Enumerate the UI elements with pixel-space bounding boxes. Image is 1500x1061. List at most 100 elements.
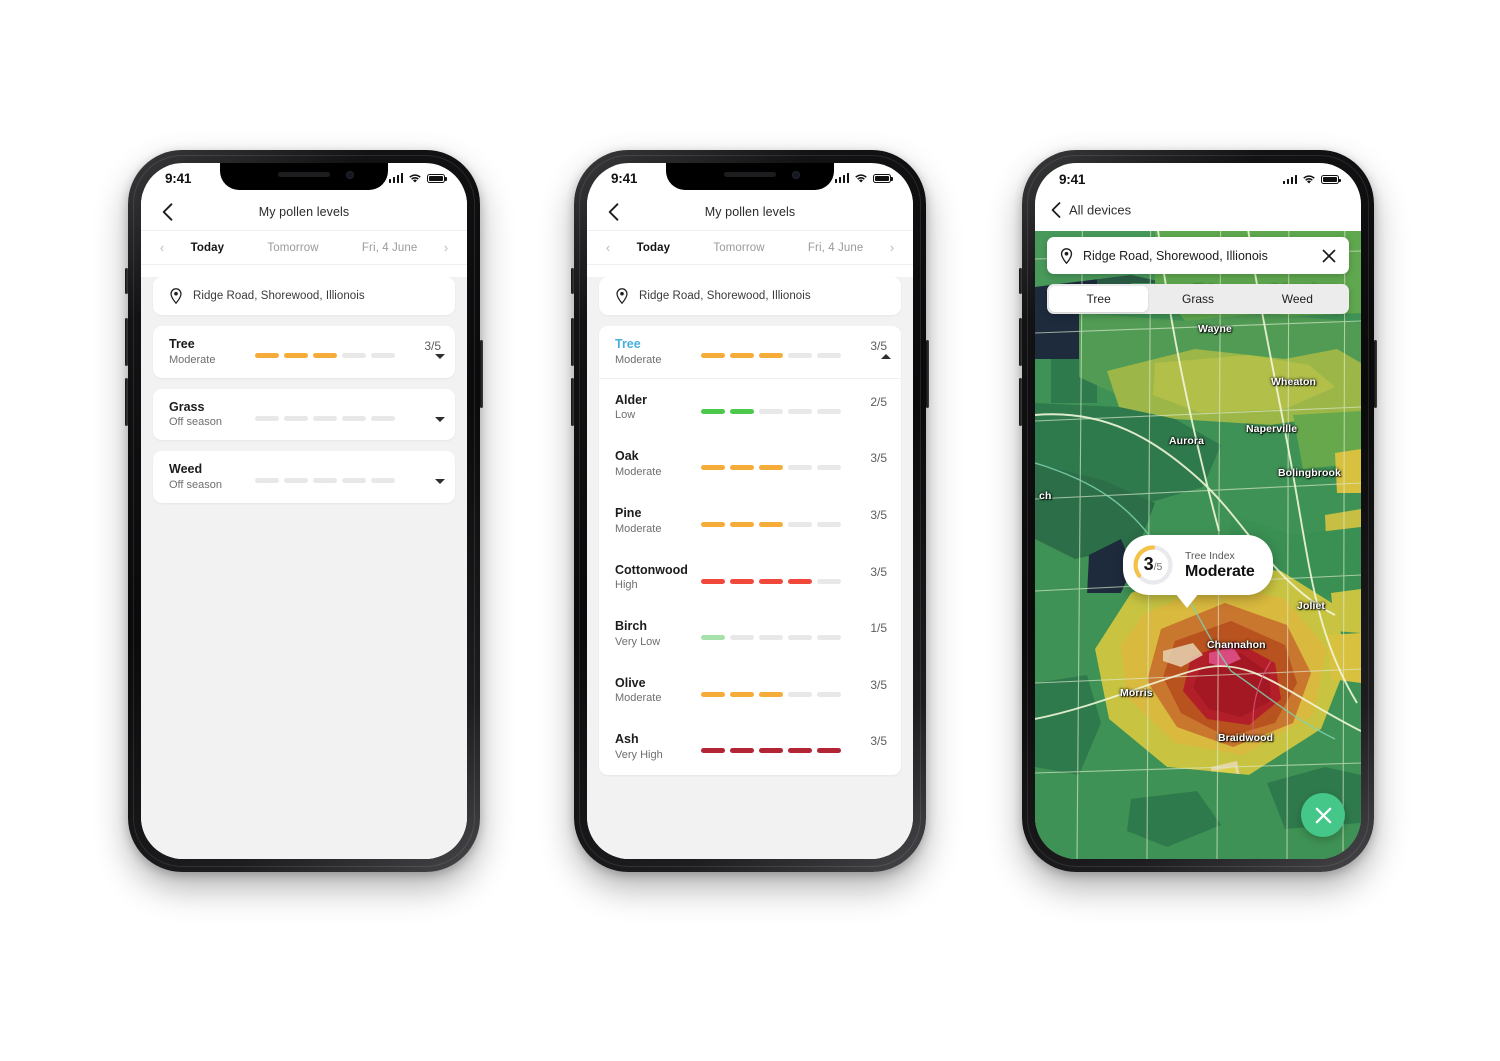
segment-grass[interactable]: Grass — [1148, 286, 1247, 312]
location-card[interactable]: Ridge Road, Shorewood, Illionois — [153, 277, 455, 315]
pollen-score: 3/5 — [424, 339, 441, 353]
pollen-bar-segment — [701, 578, 725, 584]
volume-down-button[interactable] — [1019, 378, 1022, 426]
pollen-card-weed[interactable]: Weed Off season — [153, 451, 455, 503]
pollen-card-tree[interactable]: Tree Moderate 3/5 — [153, 326, 455, 378]
volume-up-button[interactable] — [571, 318, 574, 366]
pollen-bar-segment — [759, 521, 783, 527]
back-button[interactable] — [157, 202, 177, 222]
pollen-bars — [701, 408, 841, 414]
phone-2-tree-species-list: 9:41 My pollen levels ‹ Today Tomorrow F… — [571, 150, 929, 872]
back-button[interactable] — [603, 202, 623, 222]
pollen-bar-segment — [788, 635, 812, 641]
status-time: 9:41 — [165, 170, 192, 186]
battery-icon — [873, 173, 893, 183]
tab-fri-4-june[interactable]: Fri, 4 June — [362, 242, 417, 254]
next-day-button[interactable]: › — [885, 240, 899, 255]
pollen-bar-segment — [817, 578, 841, 584]
pollen-bar-segment — [313, 478, 337, 484]
pollen-bar-segment — [371, 478, 395, 484]
power-button[interactable] — [480, 340, 483, 408]
map-place-label: Naperville — [1246, 423, 1298, 435]
power-button[interactable] — [926, 340, 929, 408]
chevron-down-icon[interactable] — [435, 354, 445, 359]
location-search-field[interactable]: Ridge Road, Shorewood, Illionois — [1047, 237, 1349, 274]
species-name: Oak — [615, 449, 639, 464]
prev-day-button[interactable]: ‹ — [601, 240, 615, 255]
pollen-level-label: Moderate — [169, 353, 216, 366]
pollen-bar-segment — [759, 408, 783, 414]
device-notch — [220, 163, 388, 190]
close-map-button[interactable] — [1301, 793, 1345, 837]
mute-switch[interactable] — [571, 268, 574, 294]
day-selector: ‹ Today Tomorrow Fri, 4 June › — [587, 231, 913, 265]
pollen-bar-segment — [788, 521, 812, 527]
location-pin-icon — [616, 288, 628, 304]
pollen-bar-segment — [730, 691, 754, 697]
all-devices-back-button[interactable]: All devices — [1051, 202, 1131, 219]
chevron-down-icon[interactable] — [435, 479, 445, 485]
species-score: 3/5 — [870, 507, 887, 522]
tab-tomorrow[interactable]: Tomorrow — [713, 242, 764, 254]
tab-fri-4-june[interactable]: Fri, 4 June — [808, 242, 863, 254]
map-place-label: Morris — [1120, 687, 1153, 699]
species-row[interactable]: Cottonwood High 3/5 — [599, 549, 901, 606]
species-score: 1/5 — [870, 621, 887, 636]
wifi-icon — [1303, 175, 1315, 184]
pollen-bar-segment — [759, 748, 783, 754]
species-score: 3/5 — [870, 734, 887, 749]
power-button[interactable] — [1374, 340, 1377, 408]
next-day-button[interactable]: › — [439, 240, 453, 255]
tab-today[interactable]: Today — [191, 242, 225, 254]
species-row[interactable]: Ash Very High 3/5 — [599, 718, 901, 775]
pollen-bar-segment — [342, 478, 366, 484]
volume-up-button[interactable] — [125, 318, 128, 366]
tab-today[interactable]: Today — [637, 242, 671, 254]
pollen-bar-segment — [817, 691, 841, 697]
pollen-level-label: Off season — [169, 416, 222, 429]
map-place-label: ch — [1039, 490, 1052, 502]
pollen-bar-segment — [759, 465, 783, 471]
chevron-down-icon[interactable] — [435, 416, 445, 422]
pollen-bar-segment — [817, 521, 841, 527]
species-row[interactable]: Pine Moderate 3/5 — [599, 492, 901, 549]
pollen-bar-segment — [759, 691, 783, 697]
close-x-icon[interactable] — [1322, 249, 1336, 263]
tab-tomorrow[interactable]: Tomorrow — [267, 242, 318, 254]
species-row[interactable]: Birch Very Low 1/5 — [599, 605, 901, 662]
callout-title: Tree Index — [1185, 549, 1235, 562]
segment-tree[interactable]: Tree — [1049, 286, 1149, 312]
screenshot-canvas: 9:41 My pollen levels ‹ Today Tomorrow F… — [0, 0, 1500, 1061]
mute-switch[interactable] — [1019, 268, 1022, 294]
volume-down-button[interactable] — [125, 378, 128, 426]
species-row[interactable]: Alder Low 2/5 — [599, 379, 901, 436]
pollen-bars — [255, 478, 395, 484]
mute-switch[interactable] — [125, 268, 128, 294]
pollen-card-tree-expanded[interactable]: Tree Moderate 3/5 — [599, 326, 901, 379]
pollen-bar-segment — [817, 465, 841, 471]
tree-index-callout[interactable]: 3 /5 Tree Index Moderate — [1123, 535, 1273, 608]
pollen-type-label: Tree — [169, 337, 195, 351]
species-level: Very Low — [615, 635, 661, 648]
pollen-card-grass[interactable]: Grass Off season — [153, 388, 455, 441]
segment-weed[interactable]: Weed — [1248, 286, 1347, 312]
status-time: 9:41 — [611, 170, 638, 186]
species-score: 3/5 — [870, 451, 887, 466]
pollen-bars — [701, 465, 841, 471]
location-card[interactable]: Ridge Road, Shorewood, Illionois — [599, 277, 901, 315]
species-row[interactable]: Oak Moderate 3/5 — [599, 435, 901, 492]
location-text: Ridge Road, Shorewood, Illionois — [639, 290, 811, 302]
volume-up-button[interactable] — [1019, 318, 1022, 366]
species-level: Moderate — [615, 522, 662, 535]
front-camera — [346, 171, 354, 179]
prev-day-button[interactable]: ‹ — [155, 240, 169, 255]
pollen-bar-segment — [730, 353, 754, 358]
species-score: 3/5 — [870, 564, 887, 579]
pollen-bar-segment — [817, 408, 841, 414]
signal-bars-icon — [1282, 174, 1297, 184]
chevron-up-icon[interactable] — [881, 354, 891, 359]
page-title: My pollen levels — [704, 204, 796, 219]
species-name: Alder — [615, 392, 647, 407]
species-row[interactable]: Olive Moderate 3/5 — [599, 662, 901, 719]
volume-down-button[interactable] — [571, 378, 574, 426]
